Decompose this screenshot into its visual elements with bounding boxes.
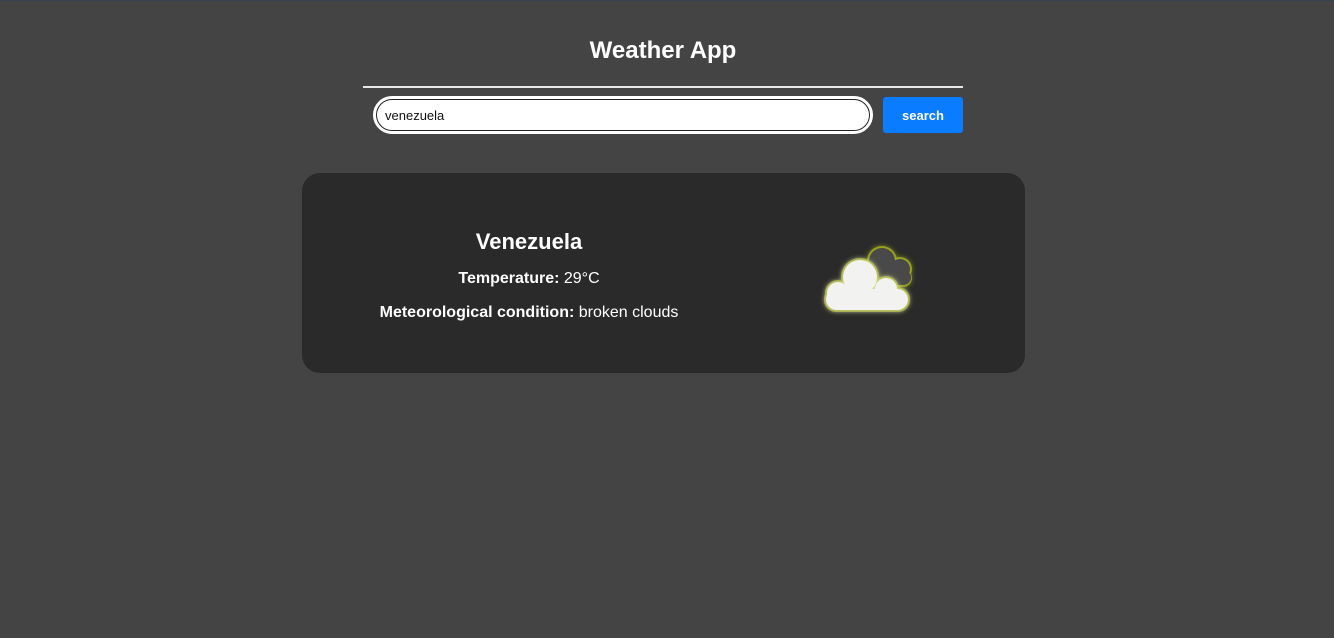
temperature-value: 29°C — [563, 270, 600, 287]
search-button[interactable]: search — [883, 97, 963, 133]
search-input[interactable] — [373, 96, 873, 134]
temperature-label: Temperature: — [458, 270, 560, 287]
broken-clouds-icon — [824, 246, 912, 312]
weather-card: Venezuela Temperature: 29°C Meteorologic… — [302, 173, 1025, 373]
weather-app: Weather App search Venezuela Temperature… — [0, 0, 1334, 638]
condition-value: broken clouds — [578, 304, 679, 321]
weather-info: Venezuela Temperature: 29°C Meteorologic… — [342, 229, 716, 323]
condition-label: Meteorological condition: — [379, 304, 575, 321]
city-name: Venezuela — [475, 229, 583, 254]
temperature-row: Temperature: 29°C — [342, 269, 716, 289]
title-divider — [363, 86, 963, 88]
page-title: Weather App — [589, 37, 737, 64]
condition-row: Meteorological condition: broken clouds — [342, 303, 716, 323]
